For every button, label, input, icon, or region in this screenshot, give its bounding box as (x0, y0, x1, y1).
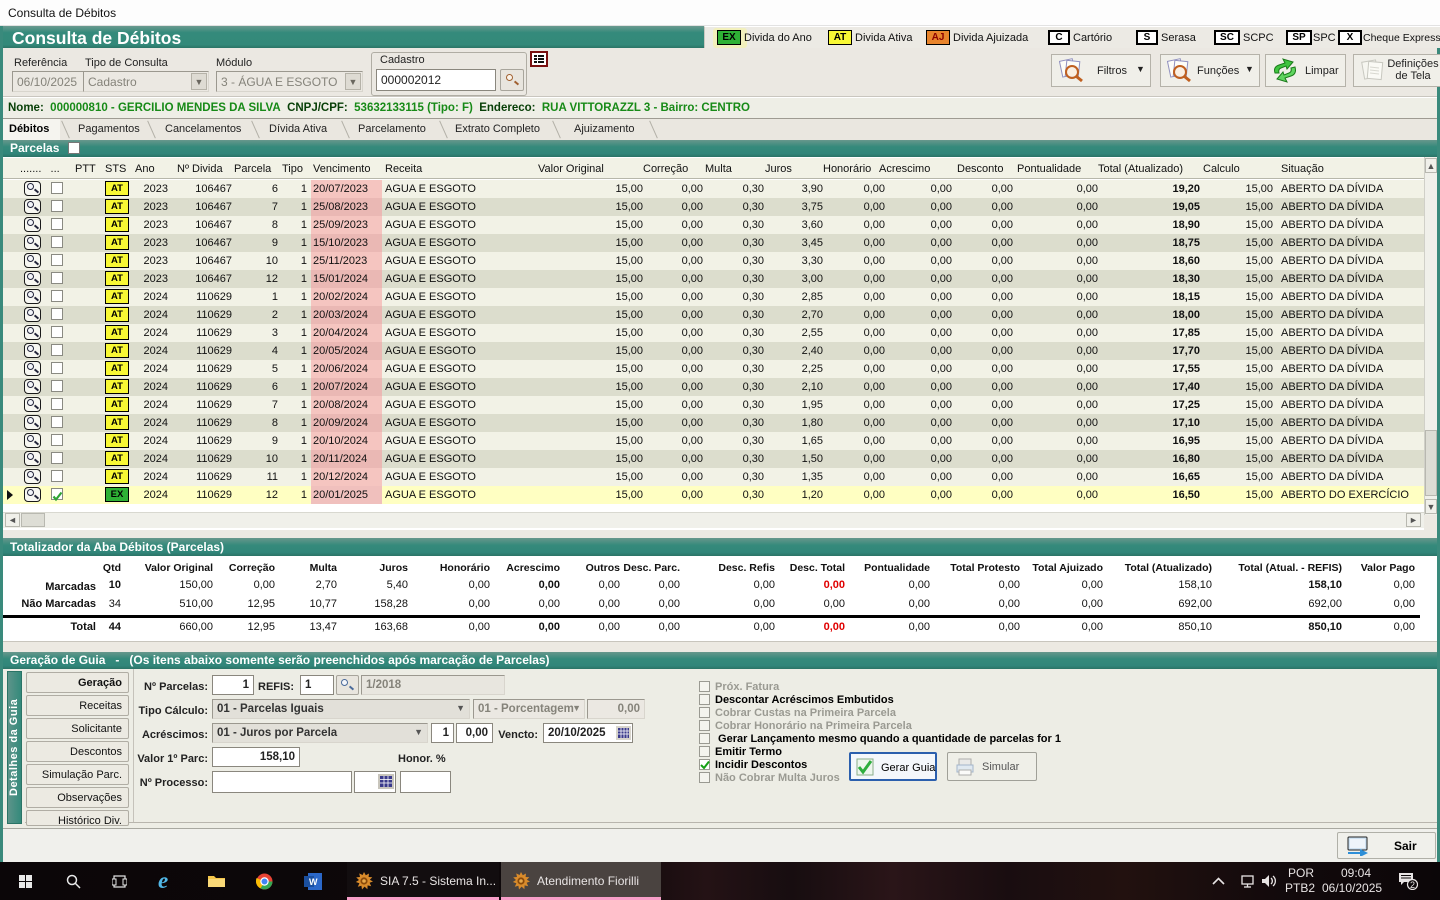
svg-text:W: W (309, 877, 318, 887)
svg-text:2: 2 (1410, 880, 1415, 890)
